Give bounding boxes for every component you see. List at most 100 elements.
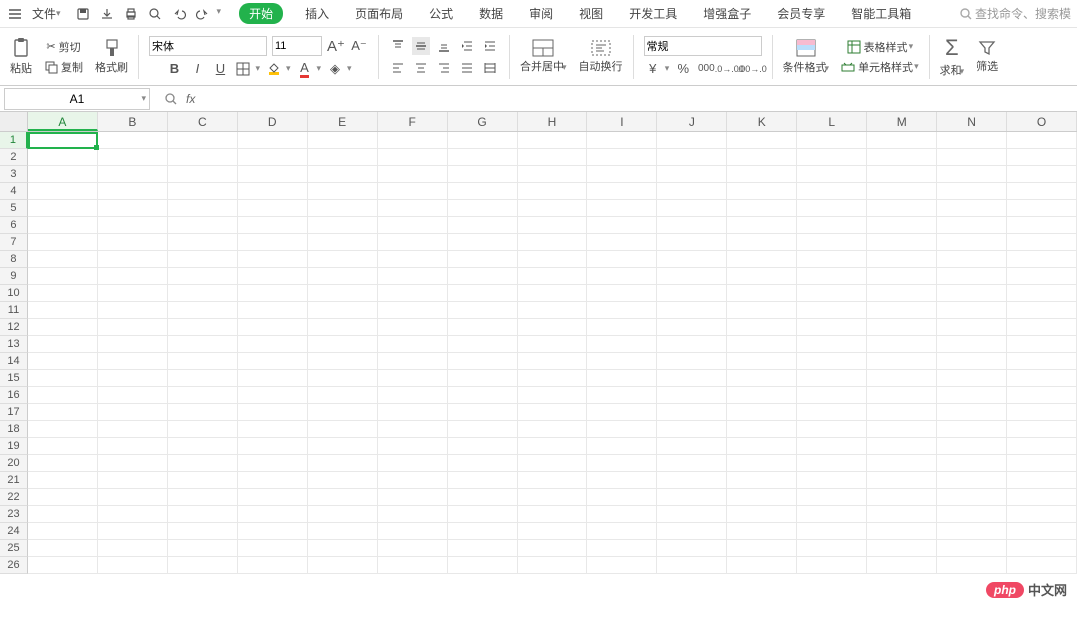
cell[interactable] <box>238 200 308 217</box>
cell[interactable] <box>518 489 588 506</box>
cell[interactable] <box>587 132 657 149</box>
cell[interactable] <box>518 217 588 234</box>
cell[interactable] <box>308 455 378 472</box>
cell[interactable] <box>238 251 308 268</box>
row-header[interactable]: 5 <box>0 200 28 217</box>
cell[interactable] <box>587 421 657 438</box>
cell[interactable] <box>727 166 797 183</box>
cell[interactable] <box>308 523 378 540</box>
cell[interactable] <box>28 132 98 149</box>
cell[interactable] <box>657 251 727 268</box>
cell[interactable] <box>448 540 518 557</box>
cell[interactable] <box>1007 166 1077 183</box>
cell[interactable] <box>448 557 518 574</box>
row-header[interactable]: 14 <box>0 353 28 370</box>
cell[interactable] <box>308 166 378 183</box>
cell[interactable] <box>448 353 518 370</box>
col-header[interactable]: I <box>587 112 657 131</box>
border-button[interactable] <box>234 60 252 78</box>
cell[interactable] <box>867 166 937 183</box>
cell[interactable] <box>587 489 657 506</box>
cell[interactable] <box>1007 540 1077 557</box>
cell[interactable] <box>657 438 727 455</box>
cell[interactable] <box>448 319 518 336</box>
cell[interactable] <box>727 251 797 268</box>
cell[interactable] <box>657 319 727 336</box>
cell[interactable] <box>867 251 937 268</box>
tab-6[interactable]: 视图 <box>575 3 607 24</box>
cell[interactable] <box>1007 421 1077 438</box>
cell[interactable] <box>937 302 1007 319</box>
cell[interactable] <box>657 183 727 200</box>
cell[interactable] <box>168 489 238 506</box>
cell[interactable] <box>98 166 168 183</box>
row-header[interactable]: 18 <box>0 421 28 438</box>
cell[interactable] <box>378 472 448 489</box>
cell[interactable] <box>168 319 238 336</box>
cell[interactable] <box>168 506 238 523</box>
col-header[interactable]: O <box>1007 112 1077 131</box>
cell[interactable] <box>1007 234 1077 251</box>
cell[interactable] <box>378 523 448 540</box>
cell[interactable] <box>518 472 588 489</box>
row-header[interactable]: 19 <box>0 438 28 455</box>
cell[interactable] <box>448 149 518 166</box>
cell[interactable] <box>657 200 727 217</box>
cell[interactable] <box>238 336 308 353</box>
font-size-select[interactable] <box>272 36 322 56</box>
cell[interactable] <box>727 132 797 149</box>
row-header[interactable]: 3 <box>0 166 28 183</box>
cell[interactable] <box>937 421 1007 438</box>
cell[interactable] <box>657 336 727 353</box>
cell[interactable] <box>657 166 727 183</box>
cell[interactable] <box>518 166 588 183</box>
col-header[interactable]: B <box>98 112 168 131</box>
cell[interactable] <box>238 132 308 149</box>
cell[interactable] <box>587 353 657 370</box>
cell[interactable] <box>518 506 588 523</box>
fill-color-button[interactable] <box>265 60 283 78</box>
cell[interactable] <box>867 319 937 336</box>
cell[interactable] <box>1007 285 1077 302</box>
cell[interactable] <box>518 421 588 438</box>
cell[interactable] <box>378 353 448 370</box>
cell[interactable] <box>1007 523 1077 540</box>
tab-7[interactable]: 开发工具 <box>625 3 681 24</box>
cell[interactable] <box>1007 489 1077 506</box>
cell[interactable] <box>797 149 867 166</box>
cell[interactable] <box>238 268 308 285</box>
menu-icon[interactable] <box>6 5 24 23</box>
cell[interactable] <box>238 217 308 234</box>
cell[interactable] <box>168 438 238 455</box>
align-top-icon[interactable] <box>389 37 407 55</box>
cell[interactable] <box>98 319 168 336</box>
cell[interactable] <box>727 472 797 489</box>
cell[interactable] <box>587 370 657 387</box>
cell[interactable] <box>657 370 727 387</box>
cell[interactable] <box>587 404 657 421</box>
cell[interactable] <box>518 455 588 472</box>
cell[interactable] <box>518 540 588 557</box>
cell[interactable] <box>727 421 797 438</box>
cell[interactable] <box>98 489 168 506</box>
cell[interactable] <box>587 234 657 251</box>
cell[interactable] <box>308 540 378 557</box>
cell[interactable] <box>657 421 727 438</box>
formula-input[interactable] <box>201 89 1069 109</box>
file-menu[interactable]: 文件 ▾ <box>28 3 65 24</box>
cell[interactable] <box>1007 506 1077 523</box>
search-box[interactable]: 查找命令、搜索模 <box>959 5 1071 22</box>
cell[interactable] <box>797 285 867 302</box>
cell[interactable] <box>867 132 937 149</box>
row-header[interactable]: 23 <box>0 506 28 523</box>
col-header[interactable]: D <box>238 112 308 131</box>
cell[interactable] <box>518 132 588 149</box>
cell[interactable] <box>28 268 98 285</box>
cell[interactable] <box>168 523 238 540</box>
cell[interactable] <box>308 489 378 506</box>
cell[interactable] <box>238 302 308 319</box>
cell[interactable] <box>98 251 168 268</box>
cell[interactable] <box>28 540 98 557</box>
cell[interactable] <box>308 234 378 251</box>
row-header[interactable]: 24 <box>0 523 28 540</box>
